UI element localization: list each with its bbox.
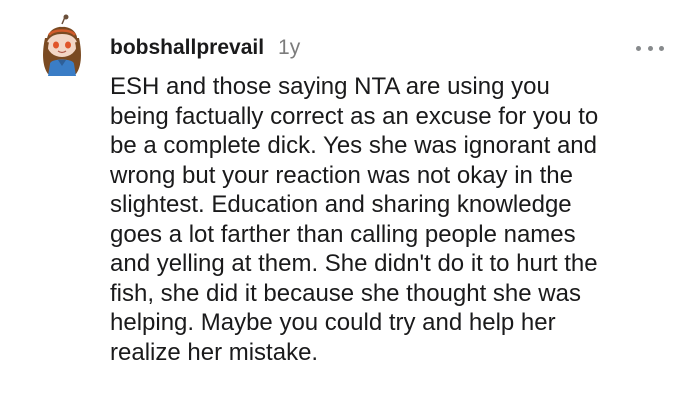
comment-body-line: fish, she did it because she thought she…: [110, 279, 581, 307]
comment-body-line: and yelling at them. She didn't do it to…: [110, 250, 598, 277]
comment-body-line: ESH and those saying NTA are using you: [110, 73, 550, 100]
username-link[interactable]: bobshallprevail: [110, 36, 264, 60]
comment-body-line: slightest. Education and sharing knowled…: [110, 191, 572, 218]
comment-body-line: wrong but your reaction was not okay in …: [110, 161, 573, 189]
comment-age[interactable]: 1y: [278, 36, 300, 60]
comment-body-line: being factually correct as an excuse for…: [110, 102, 599, 130]
snoo-avatar-icon: [43, 14, 81, 76]
comment-header: bobshallprevail 1y: [110, 34, 300, 62]
comment-body-line: goes a lot farther than calling people n…: [110, 220, 576, 248]
more-options-button[interactable]: [636, 38, 664, 58]
more-horizontal-icon-dot: [659, 45, 664, 51]
user-avatar[interactable]: [36, 14, 88, 78]
more-horizontal-icon: [636, 45, 641, 51]
comment-body-line: be a complete dick. Yes she was ignorant…: [110, 132, 597, 159]
more-horizontal-icon-dot: [647, 45, 653, 51]
comment-body-line: helping. Maybe you could try and help he…: [110, 309, 556, 336]
comment: bobshallprevail 1y ESH and those saying …: [0, 0, 700, 411]
comment-body: ESH and those saying NTA are using you b…: [110, 72, 650, 367]
comment-body-line: realize her mistake.: [110, 338, 319, 366]
